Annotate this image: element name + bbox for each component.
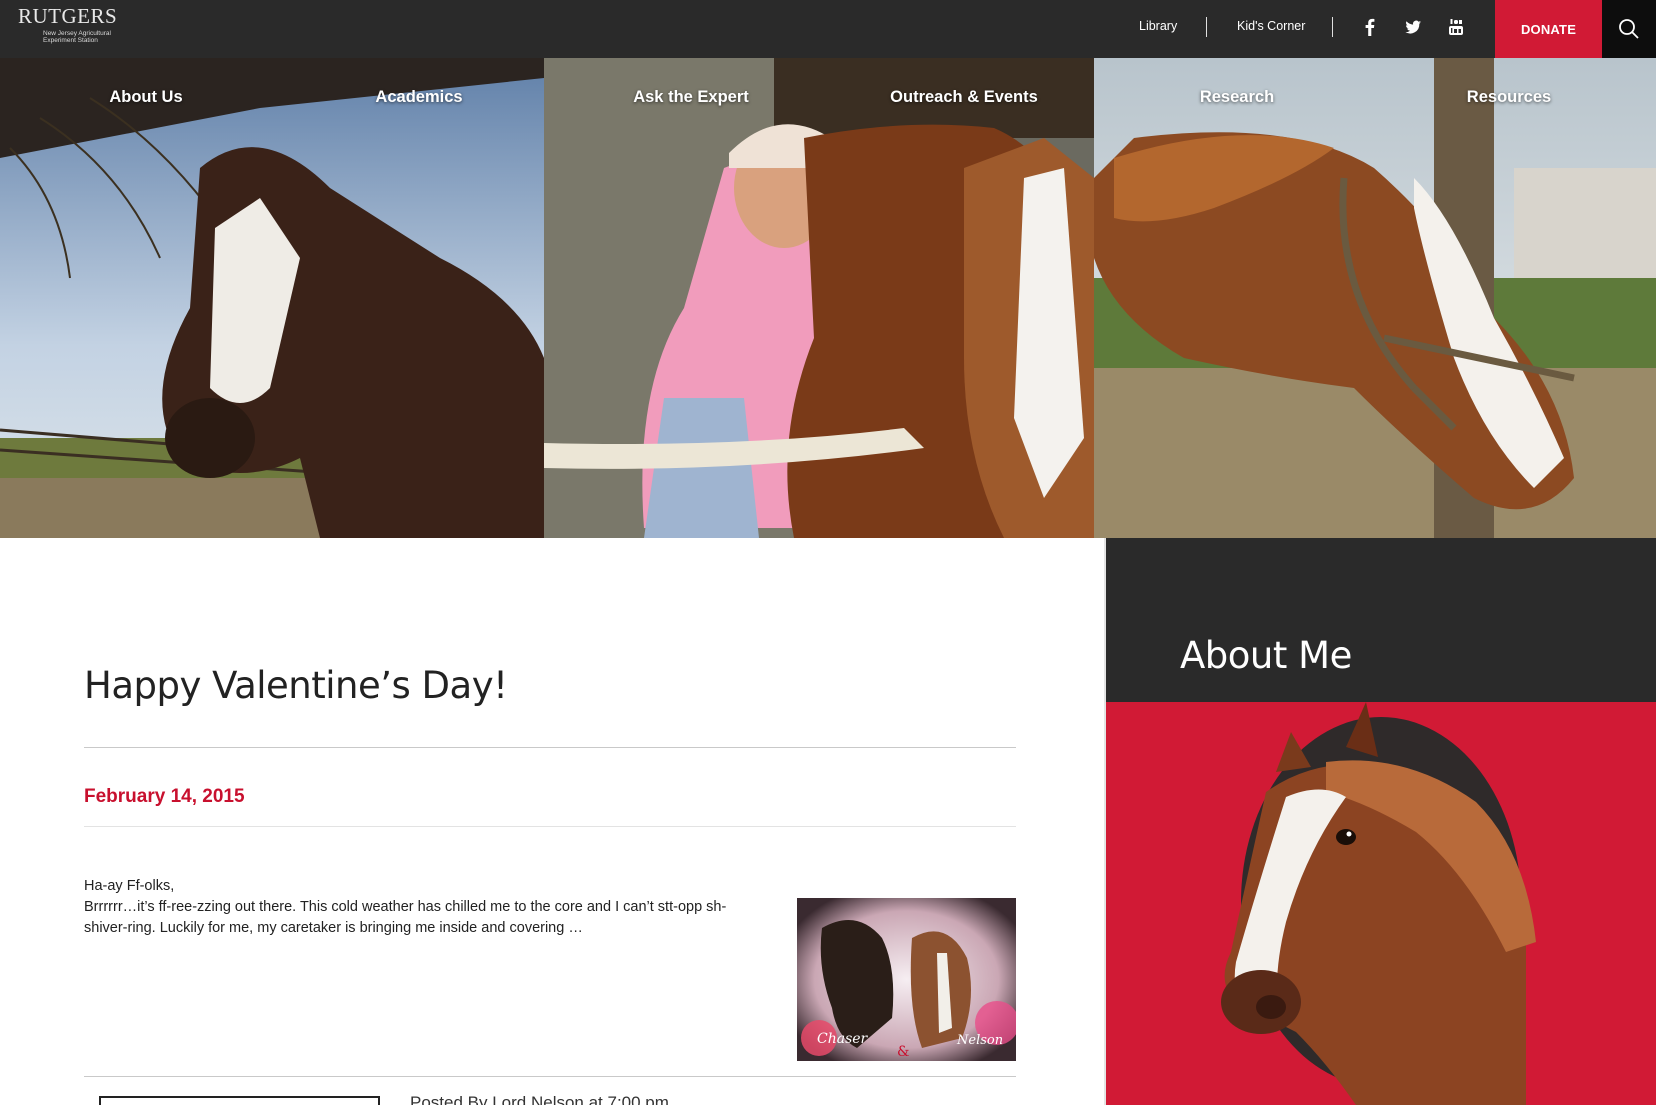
kids-corner-link[interactable]: Kid's Corner xyxy=(1237,19,1305,33)
excerpt-body: Brrrrrr…it’s ff-ree-zzing out there. Thi… xyxy=(84,899,727,936)
about-me-header xyxy=(1106,538,1656,702)
post-title[interactable]: Happy Valentine’s Day! xyxy=(84,664,508,707)
donate-button[interactable]: DONATE xyxy=(1495,0,1602,58)
about-me-panel xyxy=(1106,702,1656,1105)
rutgers-logo[interactable]: RUTGERS New Jersey Agricultural Experime… xyxy=(18,4,133,45)
youtube-icon[interactable] xyxy=(1445,16,1467,38)
post-excerpt: Ha-ay Ff-olks, Brrrrrr…it’s ff-ree-zzing… xyxy=(84,876,744,939)
nav-outreach-events[interactable]: Outreach & Events xyxy=(864,88,1064,107)
divider xyxy=(1206,17,1207,37)
divider xyxy=(84,1076,1016,1077)
thumbnail-caption-amp: & xyxy=(897,1044,909,1060)
facebook-icon[interactable] xyxy=(1359,16,1381,38)
logo-wordmark: RUTGERS xyxy=(18,4,118,28)
about-me-title: About Me xyxy=(1180,634,1352,677)
post-byline: Posted By Lord Nelson at 7:00 pm xyxy=(410,1093,669,1105)
post-date: February 14, 2015 xyxy=(84,786,245,807)
read-more-button[interactable] xyxy=(99,1096,380,1105)
nav-resources[interactable]: Resources xyxy=(1409,88,1609,107)
top-bar: RUTGERS New Jersey Agricultural Experime… xyxy=(0,0,1656,58)
divider xyxy=(1332,17,1333,37)
search-button[interactable] xyxy=(1602,0,1656,58)
divider xyxy=(84,826,1016,827)
nav-about-us[interactable]: About Us xyxy=(46,88,246,107)
nav-research[interactable]: Research xyxy=(1137,88,1337,107)
horse-avatar-illustration xyxy=(1221,702,1536,1105)
post-thumbnail[interactable]: Chaser & Nelson xyxy=(797,898,1016,1061)
search-icon xyxy=(1619,19,1639,39)
nav-academics[interactable]: Academics xyxy=(319,88,519,107)
twitter-icon[interactable] xyxy=(1402,16,1424,38)
library-link[interactable]: Library xyxy=(1139,19,1177,33)
logo-subtitle: New Jersey Agricultural Experiment Stati… xyxy=(43,30,111,44)
excerpt-greeting: Ha-ay Ff-olks, xyxy=(84,878,175,894)
divider xyxy=(84,747,1016,748)
hero-banner: About Us Academics Ask the Expert Outrea… xyxy=(0,58,1656,538)
thumbnail-caption-left: Chaser xyxy=(817,1031,869,1047)
hero-image-woman-with-horse xyxy=(544,58,1094,538)
hero-image-chestnut-horse xyxy=(1094,58,1656,538)
main-nav: About Us Academics Ask the Expert Outrea… xyxy=(0,88,1656,128)
hero-image-dark-horse xyxy=(0,58,544,538)
nav-ask-the-expert[interactable]: Ask the Expert xyxy=(591,88,791,107)
thumbnail-caption-right: Nelson xyxy=(956,1033,1003,1048)
